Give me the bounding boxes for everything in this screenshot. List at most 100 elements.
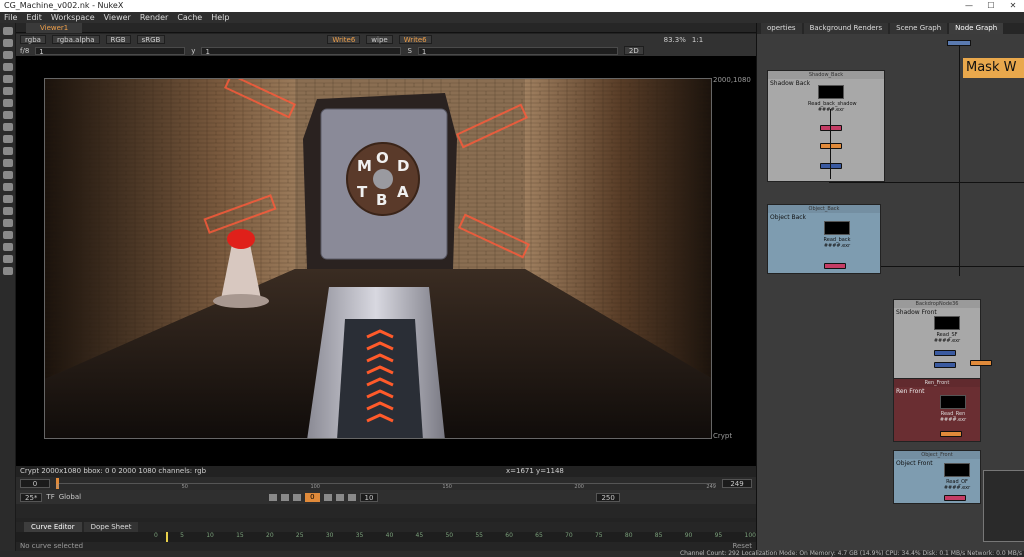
skip-end-icon[interactable] bbox=[347, 493, 356, 501]
curve-status-bar: No curve selected Reset bbox=[16, 542, 756, 551]
draw-tool-icon[interactable] bbox=[3, 39, 13, 47]
blur-node[interactable] bbox=[820, 143, 842, 149]
backdrop-ren-front[interactable]: Ren_Front Ren Front Read_Ren ####.exr bbox=[893, 378, 981, 442]
maximize-button[interactable]: ☐ bbox=[980, 0, 1002, 12]
merge-tool-icon[interactable] bbox=[3, 111, 13, 119]
read-node-label[interactable]: Read_SF ####.exr bbox=[924, 332, 970, 344]
input-a-dropdown[interactable]: Write6 bbox=[327, 35, 361, 44]
display-dropdown[interactable]: sRGB bbox=[136, 35, 166, 44]
saturation-field[interactable]: 1 bbox=[417, 46, 618, 56]
ratio-readout[interactable]: 1:1 bbox=[692, 36, 703, 44]
menu-workspace[interactable]: Workspace bbox=[51, 12, 95, 23]
minimize-button[interactable]: — bbox=[958, 0, 980, 12]
gamma-field[interactable]: 1 bbox=[201, 46, 402, 56]
logo-letter-d: D bbox=[397, 157, 409, 175]
transform-tool-icon[interactable] bbox=[3, 123, 13, 131]
read-node-thumbnail bbox=[818, 85, 844, 99]
alpha-dropdown[interactable]: rgba.alpha bbox=[51, 35, 100, 44]
mask-backdrop-label[interactable]: Mask W bbox=[963, 58, 1024, 78]
toolsets-tool-icon[interactable] bbox=[3, 195, 13, 203]
view-mode-dropdown[interactable]: 2D bbox=[623, 46, 644, 55]
menu-file[interactable]: File bbox=[4, 12, 17, 23]
total-frames-field[interactable]: 250 bbox=[596, 492, 620, 502]
menu-cache[interactable]: Cache bbox=[177, 12, 202, 23]
tab-curve-editor[interactable]: Curve Editor bbox=[24, 522, 82, 532]
color-tool-icon[interactable] bbox=[3, 75, 13, 83]
merge-node[interactable] bbox=[820, 163, 842, 169]
metadata-tool-icon[interactable] bbox=[3, 159, 13, 167]
read-node-label[interactable]: Read_OF ####.exr bbox=[934, 479, 980, 491]
skip-start-icon[interactable] bbox=[269, 493, 278, 501]
tab-scene-graph[interactable]: Scene Graph bbox=[890, 23, 948, 34]
play-reverse-icon[interactable] bbox=[293, 493, 302, 501]
blur-node[interactable] bbox=[970, 360, 992, 366]
keyer-tool-icon[interactable] bbox=[3, 99, 13, 107]
fstop-field[interactable]: 1 bbox=[35, 46, 186, 56]
backdrop-object-back[interactable]: Object_Back Object Back Read_back ####.ex… bbox=[767, 204, 881, 274]
cara-tool-icon[interactable] bbox=[3, 231, 13, 239]
channels-dropdown[interactable]: rgba bbox=[20, 35, 46, 44]
colorspace-dropdown[interactable]: RGB bbox=[105, 35, 131, 44]
step-back-icon[interactable] bbox=[281, 493, 290, 501]
tab-viewer1[interactable]: Viewer1 bbox=[26, 23, 83, 33]
viewer-canvas[interactable]: 2000,1080 Crypt M O D T B A bbox=[16, 56, 756, 466]
filter-tool-icon[interactable] bbox=[3, 87, 13, 95]
tab-properties[interactable]: operties bbox=[761, 23, 802, 34]
grade-node[interactable] bbox=[820, 125, 842, 131]
minimap-navigator[interactable] bbox=[983, 470, 1024, 542]
gizmo-tool-icon[interactable] bbox=[3, 267, 13, 275]
zoom-readout[interactable]: 83.3% bbox=[664, 36, 686, 44]
tab-background-renders[interactable]: Background Renders bbox=[803, 23, 889, 34]
fps-field[interactable]: 25* bbox=[20, 492, 43, 502]
out-point-field[interactable]: 249 bbox=[722, 479, 752, 488]
play-forward-icon[interactable] bbox=[323, 493, 332, 501]
window-titlebar: CG_Machine_v002.nk - NukeX — ☐ ✕ bbox=[0, 0, 1024, 12]
3d-tool-icon[interactable] bbox=[3, 135, 13, 143]
node-graph-canvas[interactable]: Mask W Shadow_Back Shadow Back Read_back… bbox=[757, 34, 1024, 551]
frame-step-field[interactable]: 10 bbox=[359, 492, 379, 502]
menu-render[interactable]: Render bbox=[140, 12, 168, 23]
image-info: Crypt 2000x1080 bbox: 0 0 2000 1080 chan… bbox=[20, 467, 207, 475]
fstop-label[interactable]: f/8 bbox=[20, 47, 29, 55]
close-button[interactable]: ✕ bbox=[1002, 0, 1024, 12]
menu-viewer[interactable]: Viewer bbox=[104, 12, 131, 23]
menu-help[interactable]: Help bbox=[211, 12, 229, 23]
backdrop-shadow-back[interactable]: Shadow_Back Shadow Back Read_back_shadow… bbox=[767, 70, 885, 182]
ocio-tool-icon[interactable] bbox=[3, 243, 13, 251]
merge-node[interactable] bbox=[934, 362, 956, 368]
other-tool-icon[interactable] bbox=[3, 207, 13, 215]
menu-edit[interactable]: Edit bbox=[26, 12, 42, 23]
channel-tool-icon[interactable] bbox=[3, 63, 13, 71]
curve-playhead[interactable] bbox=[166, 532, 168, 542]
bottom-tabbar: Curve Editor Dope Sheet bbox=[16, 522, 756, 532]
read-node-label[interactable]: Read_back_shadow####.exr bbox=[808, 101, 857, 113]
tf-dropdown[interactable]: TF bbox=[46, 493, 54, 501]
merge-node[interactable] bbox=[934, 350, 956, 356]
image-tool-icon[interactable] bbox=[3, 27, 13, 35]
backdrop-object-front[interactable]: Object_Front Object Front Read_OF ####.ex… bbox=[893, 450, 981, 504]
wipe-dropdown[interactable]: wipe bbox=[366, 35, 393, 44]
in-point-field[interactable]: 0 bbox=[20, 479, 50, 488]
backdrop-shadow-front[interactable]: BackdropNode36 Shadow Front Read_SF ####.… bbox=[893, 299, 992, 379]
step-forward-icon[interactable] bbox=[335, 493, 344, 501]
deep-tool-icon[interactable] bbox=[3, 183, 13, 191]
viewer-image: M O D T B A bbox=[44, 78, 712, 439]
current-frame-field[interactable]: 0 bbox=[305, 492, 320, 502]
timeline-bar[interactable]: 0 0 50 100 150 200 249 249 bbox=[16, 477, 756, 490]
blur-node[interactable] bbox=[940, 431, 962, 437]
time-tool-icon[interactable] bbox=[3, 51, 13, 59]
grade-node[interactable] bbox=[824, 263, 846, 269]
global-dropdown[interactable]: Global bbox=[59, 493, 81, 501]
read-node-label[interactable]: Read_Ren ####.exr bbox=[930, 411, 976, 423]
air-tool-icon[interactable] bbox=[3, 255, 13, 263]
tab-node-graph[interactable]: Node Graph bbox=[949, 23, 1004, 34]
views-tool-icon[interactable] bbox=[3, 147, 13, 155]
particles-tool-icon[interactable] bbox=[3, 171, 13, 179]
input-b-dropdown[interactable]: Write6 bbox=[398, 35, 432, 44]
grade-node[interactable] bbox=[944, 495, 966, 501]
logo-letter-a: A bbox=[397, 183, 409, 201]
read-node-label[interactable]: Read_back ####.exr bbox=[814, 237, 860, 249]
furnace-tool-icon[interactable] bbox=[3, 219, 13, 227]
tab-dope-sheet[interactable]: Dope Sheet bbox=[83, 522, 139, 532]
curve-editor-panel[interactable]: 0 5 10 15 20 25 30 35 40 45 50 55 60 65 70 75 80 85 … bbox=[16, 532, 756, 542]
